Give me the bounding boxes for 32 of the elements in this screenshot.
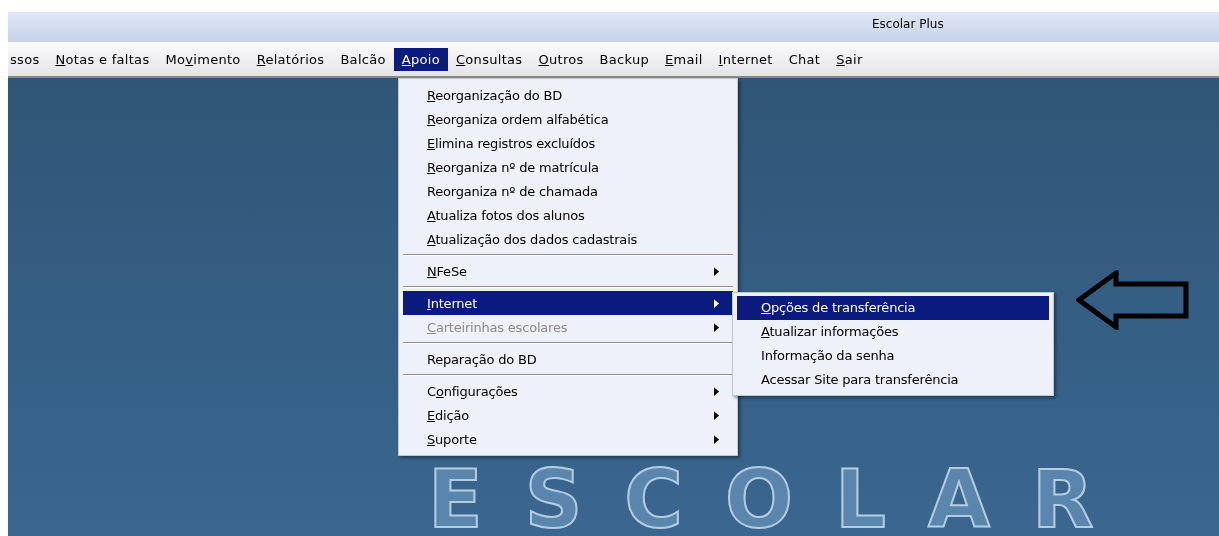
- menu-item[interactable]: Reorganiza nº de chamada: [403, 179, 733, 203]
- menu-item[interactable]: Atualiza fotos dos alunos: [403, 203, 733, 227]
- menu-item[interactable]: Outros: [530, 47, 592, 71]
- menu-item[interactable]: Elimina registros excluídos: [403, 131, 733, 155]
- menu-item[interactable]: Informação da senha: [737, 344, 1049, 368]
- menu-item[interactable]: I nternet: [710, 47, 781, 71]
- menu-item[interactable]: Apoio: [393, 47, 448, 71]
- menu-item[interactable]: Atualizar informações: [737, 320, 1049, 344]
- background-logo: ESCOLAR: [428, 464, 1136, 536]
- menu-item[interactable]: Reorganização do BD: [403, 83, 733, 107]
- menu-item[interactable]: Configurações: [403, 379, 733, 403]
- menu-item[interactable]: Atualização dos dados cadastrais: [403, 227, 733, 251]
- menu-item[interactable]: Reorganiza ordem alfabética: [403, 107, 733, 131]
- menu-item[interactable]: Chat: [780, 47, 829, 71]
- menu-item[interactable]: Reorganiza nº de matrícula: [403, 155, 733, 179]
- menu-item[interactable]: NFeSe: [403, 259, 733, 283]
- menu-item[interactable]: Edição: [403, 403, 733, 427]
- menu-item[interactable]: Suporte: [403, 427, 733, 451]
- menu-item[interactable]: Movimento: [157, 47, 249, 71]
- menu-item[interactable]: Balcão: [332, 47, 394, 71]
- menu-item[interactable]: Internet: [403, 291, 733, 315]
- menu-item[interactable]: Relatórios: [248, 47, 333, 71]
- menu-item[interactable]: Acessar Site para transferência: [737, 368, 1049, 392]
- menu-item[interactable]: Reparação do BD: [403, 347, 733, 371]
- menu-item[interactable]: Notas e faltas: [47, 47, 158, 71]
- window-title: Escolar Plus: [872, 17, 944, 31]
- menu-item[interactable]: Opções de transferência: [737, 296, 1049, 320]
- menu-item[interactable]: ssos: [8, 47, 48, 71]
- menu-item[interactable]: Backup: [591, 47, 658, 71]
- menu-item[interactable]: Sair: [828, 47, 871, 71]
- menu-item[interactable]: Email: [657, 47, 711, 71]
- menu-item[interactable]: Consultas: [447, 47, 531, 71]
